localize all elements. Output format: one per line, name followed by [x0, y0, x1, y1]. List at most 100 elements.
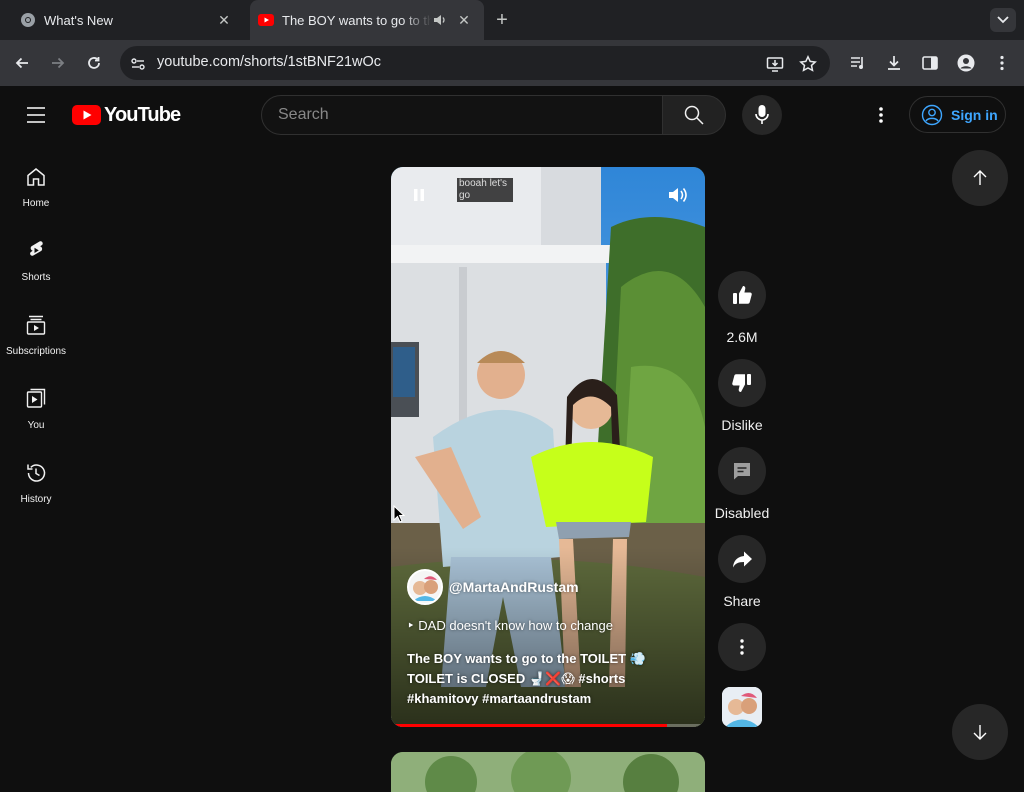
tab-title: What's New — [44, 12, 113, 28]
share-button[interactable] — [718, 535, 766, 583]
tab-whats-new[interactable]: What's New ✕ — [8, 0, 244, 40]
channel-info[interactable]: @MartaAndRustam — [407, 569, 579, 605]
description-line: TOILET is CLOSED 🚽❌😱 #shorts — [407, 671, 626, 686]
channel-handle[interactable]: @MartaAndRustam — [449, 579, 579, 595]
sign-in-label: Sign in — [951, 106, 998, 123]
arrow-up-icon — [973, 170, 987, 185]
more-vertical-icon — [879, 107, 883, 123]
search-input[interactable] — [278, 96, 648, 134]
pause-icon[interactable] — [411, 187, 427, 203]
sidebar-item-shorts[interactable]: Shorts — [0, 237, 72, 301]
address-bar[interactable]: youtube.com/shorts/1stBNF21wOc — [120, 46, 830, 80]
caption-overlay: booah let's go — [457, 178, 513, 202]
short-video-player[interactable]: booah let's go @MartaAndRustam ‣ DAD doe… — [391, 167, 705, 727]
sidebar-item-label: You — [27, 420, 45, 431]
chrome-menu-icon[interactable] — [993, 54, 1011, 72]
sidebar-item-subscriptions[interactable]: Subscriptions — [0, 311, 72, 375]
new-tab-button[interactable]: + — [492, 10, 512, 30]
playlist-title: DAD doesn't know how to change — [418, 618, 613, 633]
browser-tab-strip: What's New ✕ The BOY wants to go to the … — [0, 0, 1024, 40]
tab-title: The BOY wants to go to the — [282, 12, 432, 28]
like-action[interactable]: 2.6M — [714, 271, 770, 345]
microphone-icon — [755, 105, 769, 124]
chrome-icon — [20, 12, 36, 28]
comment-icon — [734, 463, 750, 480]
browser-toolbar: youtube.com/shorts/1stBNF21wOc — [0, 40, 1024, 86]
more-actions[interactable] — [714, 623, 770, 671]
description-line: #khamitovy #martaandrustam — [407, 691, 592, 706]
video-frame — [391, 167, 705, 727]
subscriptions-icon — [26, 315, 46, 335]
dislike-label: Dislike — [721, 417, 763, 433]
arrow-down-icon — [973, 725, 987, 740]
thumbs-down-icon — [732, 374, 751, 392]
reload-icon — [88, 57, 100, 69]
install-app-icon[interactable] — [766, 55, 784, 73]
sidebar-item-home[interactable]: Home — [0, 163, 72, 227]
sign-in-button[interactable]: Sign in — [909, 96, 1006, 133]
sidebar-item-label: Home — [22, 198, 50, 209]
tab-audio-icon[interactable] — [432, 12, 448, 28]
channel-avatar[interactable] — [407, 569, 443, 605]
forward-button[interactable] — [46, 51, 70, 75]
thumbs-up-icon — [733, 286, 752, 304]
video-progress-bar[interactable] — [391, 724, 705, 727]
reload-button[interactable] — [82, 51, 106, 75]
settings-menu-button[interactable] — [870, 104, 892, 126]
more-actions-button[interactable] — [718, 623, 766, 671]
next-short-thumbnail — [391, 752, 705, 792]
back-button[interactable] — [10, 51, 34, 75]
short-description[interactable]: The BOY wants to go to the TOILET 💨 TOIL… — [407, 649, 667, 709]
next-short-preview[interactable] — [391, 752, 705, 792]
sidebar-item-history[interactable]: History — [0, 459, 72, 523]
voice-search-button[interactable] — [742, 95, 782, 135]
comments-label: Disabled — [714, 505, 770, 521]
download-icon[interactable] — [885, 54, 903, 72]
close-tab-icon[interactable]: ✕ — [454, 10, 474, 30]
sidebar-item-label: Shorts — [21, 272, 51, 283]
next-short-button[interactable] — [952, 704, 1008, 760]
sound-source-thumbnail[interactable] — [722, 687, 762, 727]
bookmark-star-icon[interactable] — [799, 55, 817, 73]
sidebar-item-label: History — [20, 494, 52, 505]
playlist-link[interactable]: ‣ DAD doesn't know how to change — [407, 618, 613, 634]
close-tab-icon[interactable]: ✕ — [214, 10, 234, 30]
share-action[interactable]: Share — [714, 535, 770, 609]
media-controls-icon[interactable] — [849, 54, 867, 72]
play-small-icon: ‣ — [407, 618, 419, 633]
you-icon — [26, 388, 46, 408]
side-panel-icon[interactable] — [921, 54, 939, 72]
profile-icon[interactable] — [957, 54, 975, 72]
tab-youtube-short[interactable]: The BOY wants to go to the ✕ — [250, 0, 484, 40]
shorts-icon — [30, 241, 43, 256]
share-icon — [733, 551, 752, 568]
like-count: 2.6M — [726, 329, 758, 345]
chevron-down-icon — [997, 16, 1009, 24]
comments-action[interactable]: Disabled — [714, 447, 770, 521]
arrow-right-icon — [52, 57, 65, 69]
url-text: youtube.com/shorts/1stBNF21wOc — [157, 54, 382, 70]
more-vertical-icon — [740, 639, 744, 655]
search-button[interactable] — [662, 95, 726, 135]
volume-icon[interactable] — [667, 184, 689, 206]
account-circle-icon — [921, 104, 943, 125]
tab-search-button[interactable] — [990, 8, 1016, 32]
mouse-cursor-icon — [393, 505, 405, 523]
dislike-action[interactable]: Dislike — [714, 359, 770, 433]
hamburger-icon — [27, 107, 45, 123]
comments-button[interactable] — [718, 447, 766, 495]
guide-menu-button[interactable] — [24, 106, 48, 124]
previous-short-button[interactable] — [952, 150, 1008, 206]
progress-fill — [391, 724, 668, 727]
search-icon — [684, 105, 704, 125]
youtube-favicon-icon — [258, 12, 274, 28]
description-line: The BOY wants to go to the TOILET 💨 — [407, 651, 646, 666]
site-settings-icon[interactable] — [129, 55, 147, 73]
logo-text: YouTube — [104, 103, 181, 126]
like-button[interactable] — [718, 271, 766, 319]
search-box[interactable] — [261, 95, 663, 135]
sidebar-item-you[interactable]: You — [0, 385, 72, 449]
sidebar-item-label: Subscriptions — [5, 346, 67, 357]
youtube-logo[interactable]: YouTube — [72, 103, 181, 126]
dislike-button[interactable] — [718, 359, 766, 407]
